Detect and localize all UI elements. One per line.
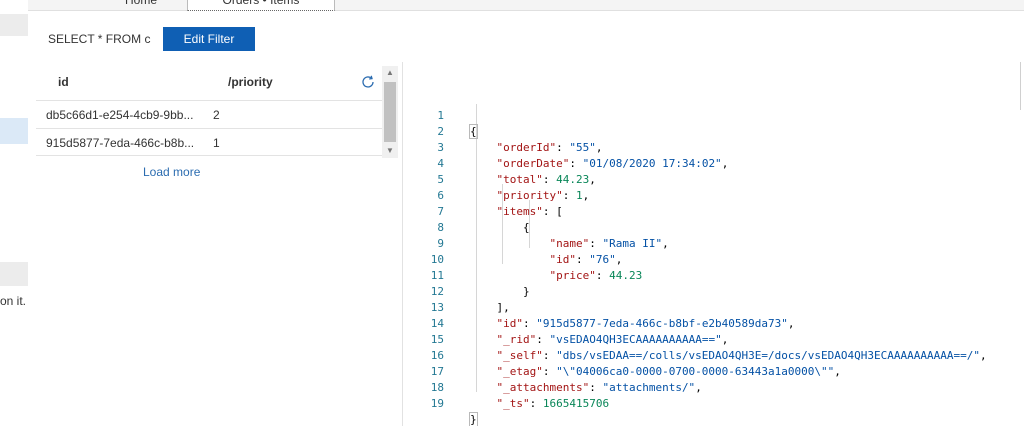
line-number: 19: [430, 397, 444, 410]
left-panel-section: [0, 262, 28, 286]
left-panel-header: [0, 14, 28, 36]
code-line: 4 "total": 44.23,: [404, 140, 1024, 186]
load-more-link[interactable]: Load more: [143, 165, 200, 179]
edit-filter-button[interactable]: Edit Filter: [163, 27, 255, 51]
pane-splitter[interactable]: [402, 62, 403, 426]
cell-id: db5c66d1-e254-4cb9-9bb...: [46, 108, 194, 122]
column-header-id[interactable]: id: [58, 75, 69, 89]
scroll-up-icon[interactable]: ▲: [382, 66, 398, 80]
grid-scrollbar[interactable]: ▲ ▼: [382, 66, 398, 158]
code-line: 19 }: [404, 380, 1024, 426]
cell-priority: 1: [213, 136, 220, 150]
code-line: 1 {: [404, 92, 1024, 139]
code-line: 7 {: [404, 188, 1024, 234]
left-panel: on it.: [0, 0, 28, 426]
json-editor[interactable]: 1 { 2 "orderId": "55", 3 "orderDate": "0…: [404, 88, 1024, 426]
code-line: 6 "items": [: [404, 172, 1024, 218]
left-panel-text: on it.: [0, 294, 27, 308]
code-line: 12 ],: [404, 268, 1024, 314]
code-line: 14 "_rid": "vsEDAO4QH3ECAAAAAAAAAA==",: [404, 300, 1024, 346]
table-row[interactable]: db5c66d1-e254-4cb9-9bb... 2: [36, 100, 382, 128]
left-panel-selected-item[interactable]: [0, 118, 28, 144]
scroll-down-icon[interactable]: ▼: [382, 144, 398, 158]
code-line: 5 "priority": 1,: [404, 156, 1024, 202]
code-line: 13 "id": "915d5877-7eda-466c-b8bf-e2b405…: [404, 284, 1024, 330]
query-text: SELECT * FROM c: [48, 32, 151, 46]
close-brace: }: [469, 412, 478, 426]
code-line: 9 "id": "76",: [404, 220, 1024, 266]
code-line: 8 "name": "Rama II",: [404, 204, 1024, 250]
json-key: "_ts": [496, 397, 530, 410]
table-row[interactable]: 915d5877-7eda-466c-b8b... 1: [36, 128, 382, 156]
data-explorer-window: { "tabs": [ {"label": "Home"}, {"label":…: [0, 0, 1024, 426]
code-line: 16 "_etag": "\"04006ca0-0000-0700-0000-6…: [404, 332, 1024, 378]
json-value: 1665415706: [542, 397, 610, 410]
tab-home[interactable]: Home: [98, 0, 184, 11]
cell-priority: 2: [213, 108, 220, 122]
code-line: 17 "_attachments": "attachments/",: [404, 348, 1024, 394]
code-line: 11 }: [404, 252, 1024, 298]
code-line: 2 "orderId": "55",: [404, 108, 1024, 154]
cell-id: 915d5877-7eda-466c-b8b...: [46, 136, 195, 150]
code-line: 15 "_self": "dbs/vsEDAA==/colls/vsEDAO4Q…: [404, 316, 1024, 362]
results-grid-header: id /priority: [36, 66, 382, 100]
tab-bar: Home Orders • Items: [28, 0, 1024, 11]
code-line: 18 "_ts": 1665415706: [404, 364, 1024, 410]
scrollbar-thumb[interactable]: [384, 82, 396, 142]
refresh-icon[interactable]: [360, 74, 376, 90]
column-header-priority[interactable]: /priority: [228, 75, 273, 89]
code-line: 10 "price": 44.23: [404, 236, 1024, 282]
tab-orders-items[interactable]: Orders • Items: [187, 0, 335, 11]
code-line: 3 "orderDate": "01/08/2020 17:34:02",: [404, 124, 1024, 170]
